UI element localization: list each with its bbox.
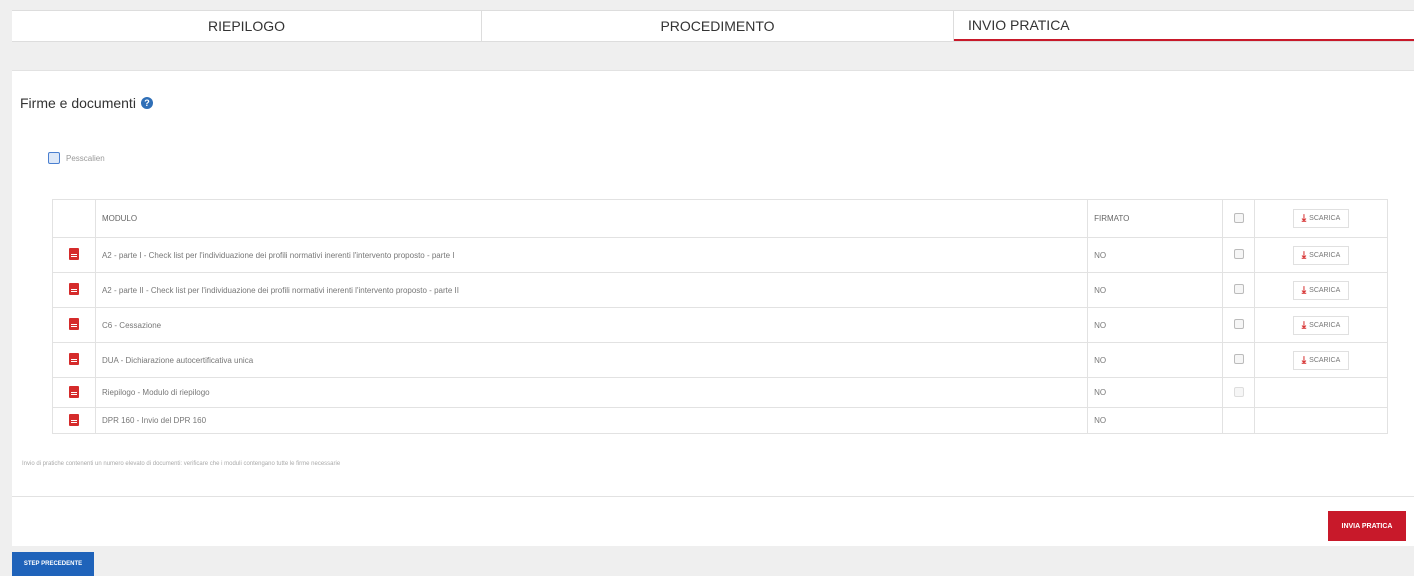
table-header-row: MODULO FIRMATO ⤓ SCARICA — [52, 199, 1388, 238]
pdf-icon — [68, 248, 79, 260]
select-all-checkbox[interactable]: Pesscalien — [48, 152, 105, 164]
header-modulo: MODULO — [94, 199, 1089, 238]
checkbox-icon — [48, 152, 60, 164]
module-name: DPR 160 - Invio del DPR 160 — [94, 407, 1089, 434]
empty-download-cell — [1254, 377, 1388, 408]
module-name: C6 - Cessazione — [94, 307, 1089, 343]
section-title: Firme e documenti ? — [20, 95, 153, 111]
row-checkbox[interactable] — [1233, 386, 1244, 397]
download-button[interactable]: ⤓ SCARICA — [1292, 350, 1350, 370]
row-checkbox[interactable] — [1233, 249, 1244, 259]
download-icon: ⤓ — [1301, 319, 1307, 331]
module-name: DUA - Dichiarazione autocertificativa un… — [94, 342, 1089, 378]
select-all-label: Pesscalien — [66, 153, 105, 163]
signed-status: NO — [1087, 307, 1224, 343]
header-download-cell: ⤓ SCARICA — [1254, 199, 1388, 238]
download-icon: ⤓ — [1301, 284, 1307, 296]
documents-panel: Firme e documenti ? Pesscalien MODULO FI… — [12, 70, 1414, 546]
tab-invio-pratica[interactable]: INVIO PRATICA — [954, 11, 1414, 41]
module-name: A2 - parte I - Check list per l'individu… — [94, 237, 1089, 273]
download-icon: ⤓ — [1301, 249, 1307, 261]
empty-checkbox-cell — [1222, 407, 1256, 434]
tab-procedimento[interactable]: PROCEDIMENTO — [482, 11, 954, 41]
table-row: DPR 160 - Invio del DPR 160 NO — [52, 407, 1388, 434]
submit-practice-button[interactable]: INVIA PRATICA — [1328, 511, 1406, 541]
table-row: A2 - parte I - Check list per l'individu… — [52, 237, 1388, 273]
pdf-icon — [68, 413, 79, 426]
empty-download-cell — [1254, 407, 1388, 434]
download-icon: ⤓ — [1301, 213, 1307, 224]
signed-status: NO — [1087, 377, 1224, 408]
download-all-button[interactable]: ⤓ SCARICA — [1292, 209, 1350, 228]
signed-status: NO — [1087, 272, 1224, 308]
tab-riepilogo[interactable]: RIEPILOGO — [12, 11, 482, 41]
header-icon-cell — [52, 199, 96, 238]
select-all-rows-checkbox[interactable] — [1233, 212, 1244, 223]
table-row: C6 - Cessazione NO ⤓ SCARICA — [52, 307, 1388, 343]
help-icon[interactable]: ? — [140, 97, 153, 109]
download-icon: ⤓ — [1301, 354, 1307, 366]
row-checkbox[interactable] — [1233, 319, 1244, 329]
pdf-icon — [68, 385, 79, 398]
pdf-icon — [68, 353, 79, 365]
section-title-text: Firme e documenti — [20, 95, 136, 111]
header-checkbox-cell — [1222, 199, 1256, 238]
documents-table: MODULO FIRMATO ⤓ SCARICA A2 - parte I - C… — [52, 199, 1388, 434]
signed-status: NO — [1087, 407, 1224, 434]
row-checkbox[interactable] — [1233, 284, 1244, 294]
header-firmato: FIRMATO — [1087, 199, 1224, 238]
table-row: Riepilogo - Modulo di riepilogo NO — [52, 377, 1388, 408]
previous-step-button[interactable]: STEP PRECEDENTE — [12, 552, 94, 576]
row-checkbox[interactable] — [1233, 354, 1244, 364]
pdf-icon — [68, 283, 79, 295]
table-row: A2 - parte II - Check list per l'individ… — [52, 272, 1388, 308]
download-button[interactable]: ⤓ SCARICA — [1292, 280, 1350, 300]
table-row: DUA - Dichiarazione autocertificativa un… — [52, 342, 1388, 378]
tab-bar: RIEPILOGO PROCEDIMENTO INVIO PRATICA — [12, 10, 1414, 42]
info-note: Invio di pratiche contenenti un numero e… — [22, 461, 341, 467]
signed-status: NO — [1087, 237, 1224, 273]
signed-status: NO — [1087, 342, 1224, 378]
action-bar: INVIA PRATICA — [12, 496, 1414, 546]
module-name: Riepilogo - Modulo di riepilogo — [94, 377, 1089, 408]
module-name: A2 - parte II - Check list per l'individ… — [94, 272, 1089, 308]
pdf-icon — [68, 318, 79, 330]
download-button[interactable]: ⤓ SCARICA — [1292, 245, 1350, 265]
download-button[interactable]: ⤓ SCARICA — [1292, 315, 1350, 335]
